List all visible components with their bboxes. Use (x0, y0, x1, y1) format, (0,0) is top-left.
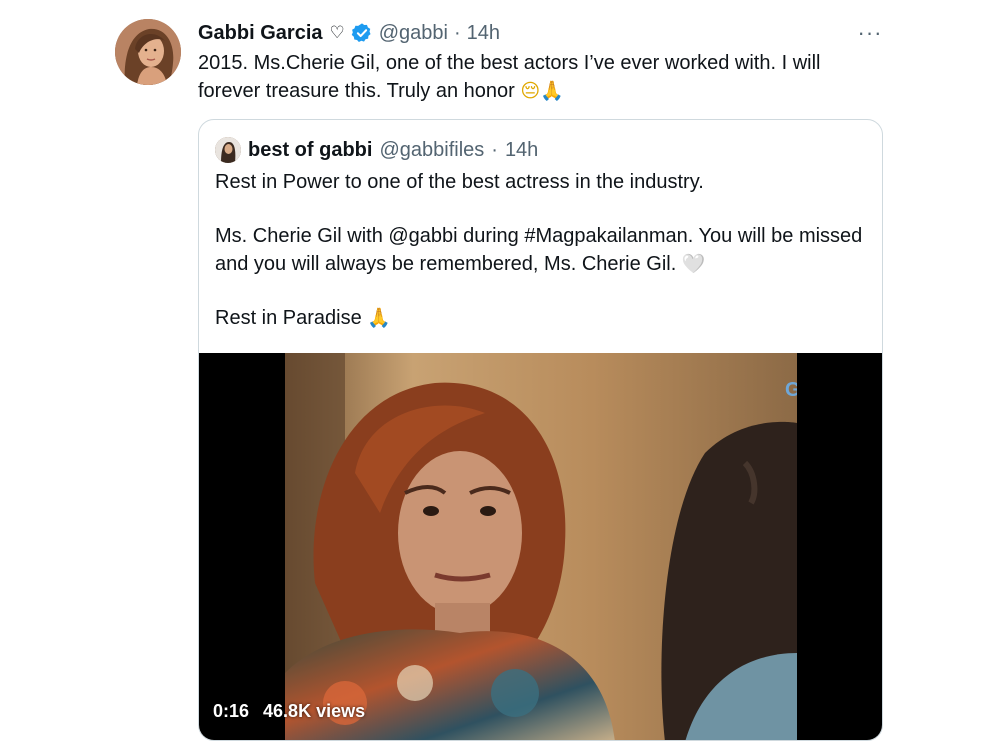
quoted-tweet-timestamp[interactable]: 14h (505, 139, 538, 162)
video-still-image (285, 353, 797, 740)
quoted-author-avatar (215, 137, 241, 163)
tweet-text-body: 2015. Ms.Cherie Gil, one of the best act… (198, 52, 821, 102)
author-avatar[interactable] (115, 19, 181, 85)
tweet-text: 2015. Ms.Cherie Gil, one of the best act… (198, 49, 888, 105)
header-separator: · (454, 21, 461, 44)
quoted-paragraph-1: Rest in Power to one of the best actress… (215, 171, 704, 193)
white-heart-emoji-icon: 🤍 (681, 253, 706, 275)
quoted-paragraph-2-text: Ms. Cherie Gil with @gabbi during #Magpa… (215, 225, 863, 275)
quoted-tweet-header: best of gabbi @gabbifiles · 14h (215, 136, 538, 164)
tweet-timestamp[interactable]: 14h (467, 22, 500, 45)
quoted-author-handle[interactable]: @gabbifiles (379, 139, 484, 162)
tweet-header: Gabbi Garcia ♡ @gabbi · 14h (198, 20, 500, 46)
video-view-count: 46.8K views (263, 701, 366, 721)
video-info-overlay: 0:16 46.8K views (213, 701, 365, 722)
quoted-paragraph-3: Rest in Paradise 🙏 (215, 304, 865, 332)
quoted-header-separator: · (491, 138, 498, 161)
quoted-avatar-image (215, 137, 241, 163)
quoted-tweet-card[interactable]: best of gabbi @gabbifiles · 14h Rest in … (198, 119, 883, 741)
folded-hands-emoji-icon: 🙏 (540, 80, 564, 102)
quoted-tweet-text: Rest in Power to one of the best actress… (215, 168, 865, 332)
tweet-article[interactable]: Gabbi Garcia ♡ @gabbi · 14h ··· 2015. Ms… (0, 0, 1000, 750)
heart-outline-icon: ♡ (329, 23, 345, 42)
quoted-paragraph-2: Ms. Cherie Gil with @gabbi during #Magpa… (215, 222, 865, 278)
gma-watermark: GMA (785, 379, 797, 402)
author-handle[interactable]: @gabbi (379, 22, 448, 45)
video-duration: 0:16 (213, 701, 250, 721)
quoted-paragraph-3-text: Rest in Paradise (215, 307, 362, 329)
author-display-name[interactable]: Gabbi Garcia (198, 22, 323, 45)
quoted-author-display-name[interactable]: best of gabbi (248, 139, 372, 162)
video-player[interactable]: GMA 0:16 46.8K views (199, 353, 882, 740)
video-frame: GMA (285, 353, 797, 740)
folded-hands-emoji-icon: 🙏 (367, 307, 391, 329)
pensive-face-emoji-icon: 😔 (520, 80, 541, 102)
verified-badge-icon (351, 23, 371, 42)
more-options-icon[interactable]: ··· (856, 20, 884, 46)
avatar-image (115, 19, 181, 85)
